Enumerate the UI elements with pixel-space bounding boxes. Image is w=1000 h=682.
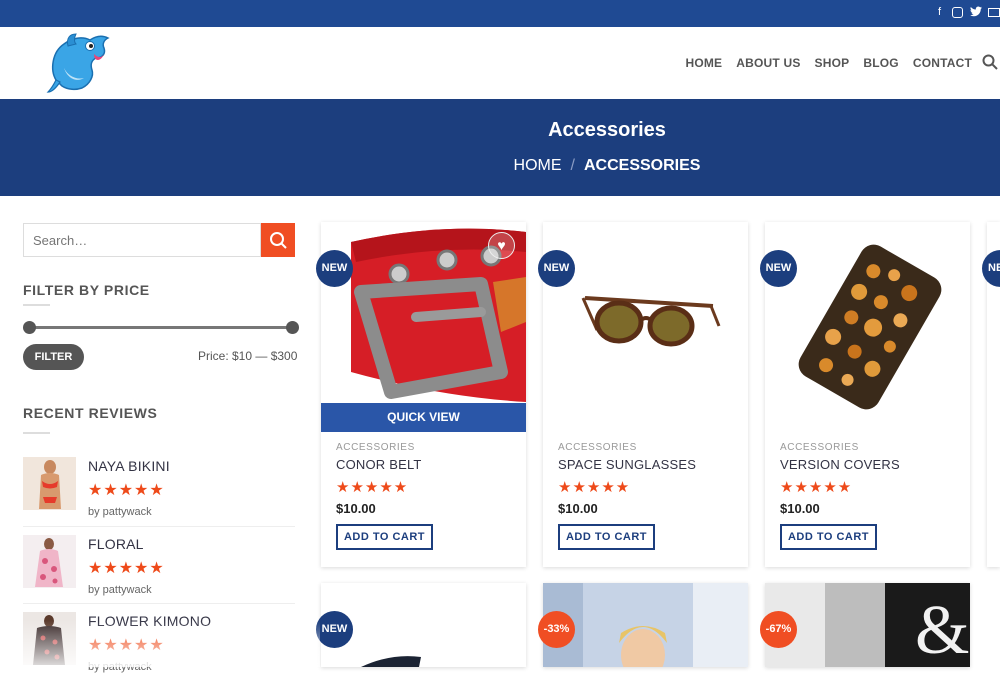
review-author: by pattywack bbox=[88, 661, 152, 673]
product-price: $10.00 bbox=[558, 501, 598, 516]
product-price: $10.00 bbox=[780, 501, 820, 516]
nav-home[interactable]: HOME bbox=[685, 56, 722, 70]
twitter-icon[interactable] bbox=[970, 6, 982, 19]
search-icon[interactable] bbox=[982, 54, 998, 70]
nav-contact[interactable]: CONTACT bbox=[913, 56, 972, 70]
new-badge: NEW bbox=[316, 611, 353, 648]
main-nav: HOME ABOUT US SHOP BLOG CONTACT bbox=[685, 56, 972, 70]
mail-icon[interactable] bbox=[988, 8, 1000, 17]
add-to-cart-button[interactable]: ADD TO CART bbox=[336, 524, 433, 550]
facebook-icon[interactable]: f bbox=[934, 6, 945, 19]
heart-icon[interactable]: ♥ bbox=[488, 232, 515, 259]
nav-shop[interactable]: SHOP bbox=[815, 56, 850, 70]
sale-badge: -33% bbox=[538, 611, 575, 648]
divider bbox=[23, 526, 295, 527]
product-name[interactable]: CONOR BELT bbox=[336, 457, 422, 472]
breadcrumb-separator: / bbox=[570, 157, 575, 174]
social-links: f bbox=[934, 6, 1000, 19]
product-rating: ★★★★★ bbox=[558, 479, 631, 496]
add-to-cart-button[interactable]: ADD TO CART bbox=[558, 524, 655, 550]
product-card[interactable]: NEW bbox=[316, 583, 526, 667]
instagram-icon[interactable] bbox=[952, 7, 963, 18]
product-name[interactable]: VERSION COVERS bbox=[780, 457, 900, 472]
dolphin-logo[interactable] bbox=[46, 32, 112, 94]
product-name[interactable]: SPACE SUNGLASSES bbox=[558, 457, 696, 472]
quick-view-button[interactable]: QUICK VIEW bbox=[321, 403, 526, 432]
price-slider-max-handle[interactable] bbox=[286, 321, 299, 334]
new-badge: NEW bbox=[316, 250, 353, 287]
price-slider-track[interactable] bbox=[29, 326, 293, 329]
review-thumbnail[interactable] bbox=[23, 535, 76, 588]
review-product-name[interactable]: NAYA BIKINI bbox=[88, 458, 170, 474]
reviews-heading: RECENT REVIEWS bbox=[23, 405, 158, 421]
svg-text:&: & bbox=[915, 592, 969, 667]
page-title: Accessories bbox=[548, 119, 666, 141]
product-search bbox=[23, 223, 261, 257]
breadcrumb-home[interactable]: HOME bbox=[514, 157, 562, 174]
review-author: by pattywack bbox=[88, 506, 152, 518]
product-card[interactable]: NEW ♥ QUICK VIEW ACCESSORIES CONOR BELT … bbox=[316, 222, 526, 567]
review-item[interactable]: FLORAL ★★★★★ by pattywack bbox=[23, 535, 295, 605]
review-item[interactable]: FLOWER KIMONO ★★★★★ by pattywack bbox=[23, 612, 295, 682]
site-header: HOME ABOUT US SHOP BLOG CONTACT bbox=[0, 27, 1000, 99]
new-badge: NEW bbox=[538, 250, 575, 287]
review-stars: ★★★★★ bbox=[88, 560, 165, 577]
product-card[interactable]: & -67% bbox=[760, 583, 970, 667]
product-card[interactable]: NE bbox=[982, 222, 1000, 567]
top-bar: f bbox=[0, 0, 1000, 27]
product-price: $10.00 bbox=[336, 501, 376, 516]
nav-about-us[interactable]: ABOUT US bbox=[736, 56, 800, 70]
review-product-name[interactable]: FLOWER KIMONO bbox=[88, 613, 211, 629]
filter-heading: FILTER BY PRICE bbox=[23, 282, 150, 298]
divider bbox=[23, 603, 295, 604]
review-item[interactable]: NAYA BIKINI ★★★★★ by pattywack bbox=[23, 457, 295, 527]
heading-divider bbox=[23, 304, 50, 306]
product-category[interactable]: ACCESSORIES bbox=[780, 442, 859, 453]
filter-button[interactable]: FILTER bbox=[23, 344, 84, 370]
product-category[interactable]: ACCESSORIES bbox=[558, 442, 637, 453]
product-rating: ★★★★★ bbox=[780, 479, 853, 496]
product-card[interactable]: NEW ACCESSORIES SPACE SUNGLASSES ★★★★★ $… bbox=[538, 222, 748, 567]
review-stars: ★★★★★ bbox=[88, 482, 165, 499]
breadcrumb: HOME / ACCESSORIES bbox=[0, 157, 1000, 175]
product-rating: ★★★★★ bbox=[336, 479, 409, 496]
add-to-cart-button[interactable]: ADD TO CART bbox=[780, 524, 877, 550]
search-button[interactable] bbox=[261, 223, 295, 257]
product-card[interactable]: NEW ACCESSORIES VERSION COVERS ★★★★★ $10… bbox=[760, 222, 970, 567]
product-category[interactable]: ACCESSORIES bbox=[336, 442, 415, 453]
search-icon bbox=[270, 232, 287, 249]
category-banner: Accessories HOME / ACCESSORIES bbox=[0, 99, 1000, 196]
breadcrumb-current: ACCESSORIES bbox=[583, 157, 701, 174]
price-slider-min-handle[interactable] bbox=[23, 321, 36, 334]
review-product-name[interactable]: FLORAL bbox=[88, 536, 144, 552]
heading-divider bbox=[23, 432, 50, 434]
price-range-label: Price: $10 — $300 bbox=[198, 349, 298, 363]
product-card[interactable]: -33% bbox=[538, 583, 748, 667]
review-thumbnail[interactable] bbox=[23, 457, 76, 510]
search-input[interactable] bbox=[24, 224, 260, 256]
new-badge: NEW bbox=[760, 250, 797, 287]
sale-badge: -67% bbox=[760, 611, 797, 648]
review-thumbnail[interactable] bbox=[23, 612, 76, 665]
nav-blog[interactable]: BLOG bbox=[863, 56, 898, 70]
product-image[interactable] bbox=[765, 222, 970, 432]
new-badge: NE bbox=[982, 250, 1000, 287]
review-author: by pattywack bbox=[88, 584, 152, 596]
product-image[interactable] bbox=[543, 222, 748, 432]
review-stars: ★★★★★ bbox=[88, 637, 165, 654]
